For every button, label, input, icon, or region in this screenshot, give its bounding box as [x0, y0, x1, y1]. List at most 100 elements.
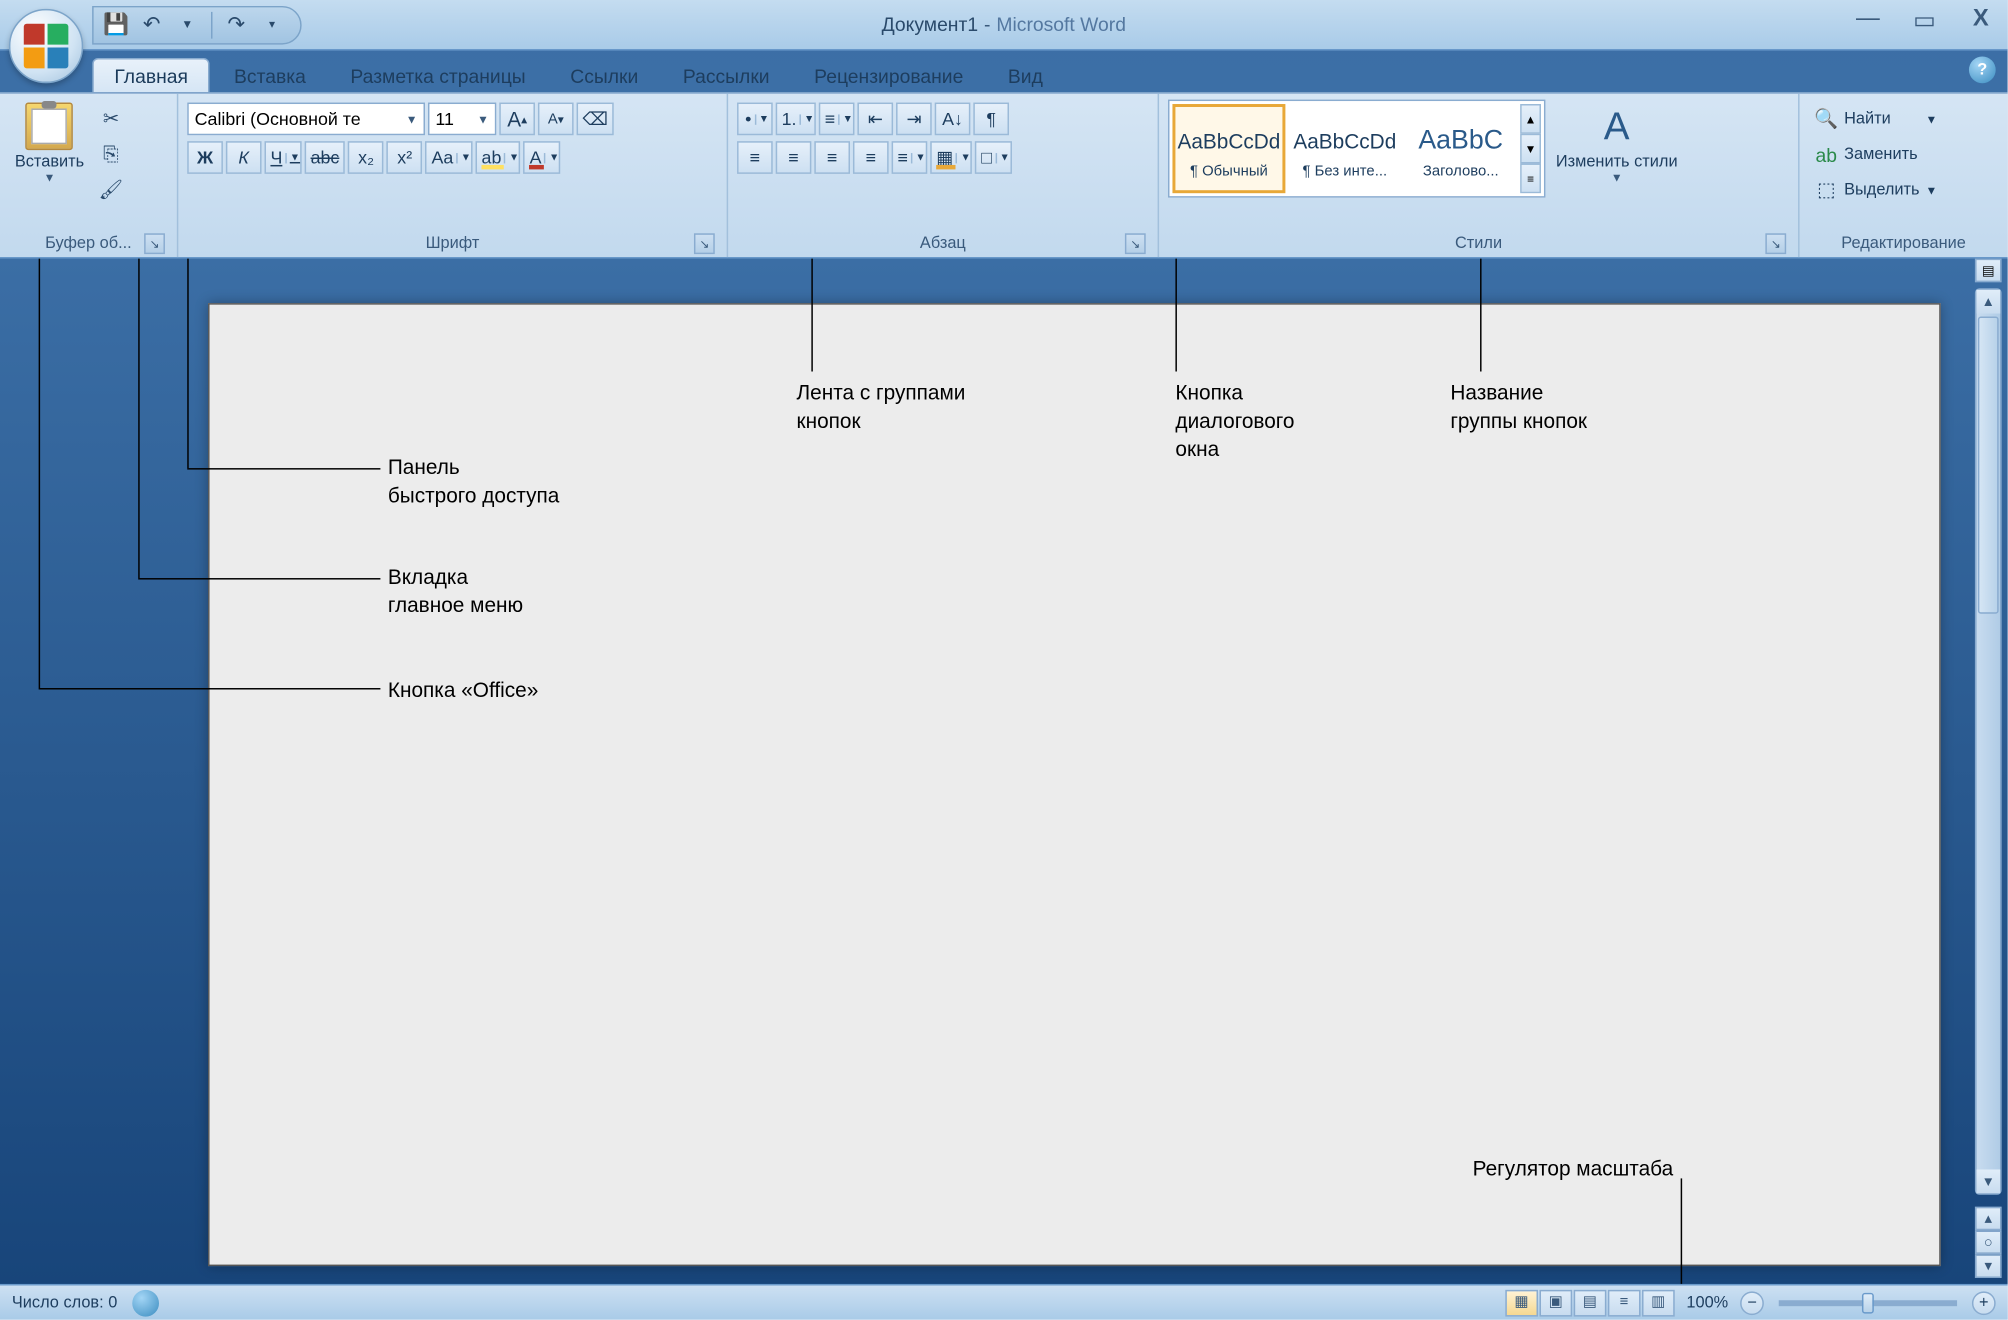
group-clipboard-label: Буфер об...	[45, 235, 132, 253]
tab-page-layout[interactable]: Разметка страницы	[330, 59, 547, 92]
find-button[interactable]: 🔍Найти▼	[1808, 103, 1943, 136]
numbering-icon[interactable]: 1.▼	[776, 103, 816, 136]
language-icon[interactable]	[132, 1289, 159, 1316]
copy-icon[interactable]: ⎘	[95, 138, 128, 171]
group-styles: AaBbCcDd ¶ Обычный AaBbCcDd ¶ Без инте..…	[1159, 94, 1799, 257]
tab-review[interactable]: Рецензирование	[793, 59, 984, 92]
align-center-icon[interactable]: ≡	[776, 141, 812, 174]
superscript-button[interactable]: x²	[387, 141, 423, 174]
clipboard-launcher[interactable]: ↘	[144, 233, 165, 254]
group-styles-label: Стили	[1455, 235, 1502, 253]
ruler-toggle-icon[interactable]: ▤	[1975, 259, 2002, 283]
shading-icon[interactable]: ▦▼	[930, 141, 972, 174]
prev-page-icon[interactable]: ▴	[1975, 1207, 2002, 1231]
save-icon[interactable]: 💾	[100, 8, 133, 41]
replace-button[interactable]: abЗаменить	[1808, 138, 1943, 171]
subscript-button[interactable]: x₂	[348, 141, 384, 174]
document-page[interactable]: Панель быстрого доступа Вкладка главное …	[208, 303, 1941, 1266]
show-marks-icon[interactable]: ¶	[973, 103, 1009, 136]
font-name-combo[interactable]: Calibri (Основной те▼	[187, 103, 425, 136]
font-size-combo[interactable]: 11▼	[428, 103, 496, 136]
gallery-up-icon[interactable]: ▲	[1520, 104, 1541, 134]
style-heading1[interactable]: AaBbC Заголово...	[1404, 104, 1517, 193]
help-button[interactable]: ?	[1969, 56, 1996, 83]
cut-icon[interactable]: ✂	[95, 103, 128, 136]
style-normal[interactable]: AaBbCcDd ¶ Обычный	[1172, 104, 1285, 193]
next-page-icon[interactable]: ▾	[1975, 1254, 2002, 1278]
strikethrough-button[interactable]: abc	[305, 141, 346, 174]
tab-insert[interactable]: Вставка	[213, 59, 326, 92]
restore-button[interactable]: ▭	[1910, 6, 1940, 36]
tab-view[interactable]: Вид	[987, 59, 1064, 92]
office-button[interactable]	[9, 9, 83, 83]
full-screen-view-icon[interactable]: ▣	[1539, 1289, 1572, 1316]
app-name: Microsoft Word	[996, 13, 1126, 35]
window-title: Документ1 - Microsoft Word	[882, 13, 1126, 35]
page-navigation: ▴ ○ ▾	[1975, 1207, 2002, 1278]
annotation-ribbon: Лента с группами кнопок	[796, 379, 965, 435]
scroll-thumb[interactable]	[1978, 317, 1999, 614]
scroll-down-icon[interactable]: ▼	[1976, 1169, 2000, 1193]
undo-dropdown-icon[interactable]: ▼	[171, 8, 204, 41]
tab-home[interactable]: Главная	[92, 58, 210, 92]
document-name: Документ1	[882, 13, 978, 35]
undo-icon[interactable]: ↶	[135, 8, 168, 41]
group-editing: 🔍Найти▼ abЗаменить ⬚Выделить▼ Редактиров…	[1800, 94, 2008, 257]
vertical-scrollbar[interactable]: ▲ ▼	[1975, 288, 2002, 1194]
word-count[interactable]: Число слов: 0	[12, 1294, 117, 1312]
ribbon-tabs: Главная Вставка Разметка страницы Ссылки…	[92, 51, 2007, 93]
browse-object-icon[interactable]: ○	[1975, 1230, 2002, 1254]
highlight-color-button[interactable]: ab▼	[476, 141, 521, 174]
zoom-slider-thumb[interactable]	[1862, 1292, 1874, 1313]
style-no-spacing[interactable]: AaBbCcDd ¶ Без инте...	[1288, 104, 1401, 193]
styles-gallery[interactable]: AaBbCcDd ¶ Обычный AaBbCcDd ¶ Без инте..…	[1168, 100, 1545, 198]
gallery-more-icon[interactable]: ≡	[1520, 163, 1541, 193]
scroll-up-icon[interactable]: ▲	[1976, 290, 2000, 314]
shrink-font-icon[interactable]: A▾	[538, 103, 574, 136]
group-font-label: Шрифт	[426, 235, 480, 253]
clipboard-icon	[26, 103, 74, 151]
outline-view-icon[interactable]: ≡	[1608, 1289, 1641, 1316]
close-button[interactable]: X	[1966, 6, 1996, 36]
align-left-icon[interactable]: ≡	[737, 141, 773, 174]
web-layout-view-icon[interactable]: ▤	[1573, 1289, 1606, 1316]
zoom-level[interactable]: 100%	[1686, 1294, 1728, 1312]
paragraph-launcher[interactable]: ↘	[1125, 233, 1146, 254]
group-editing-label: Редактирование	[1841, 235, 1966, 253]
multilevel-list-icon[interactable]: ≡▼	[819, 103, 855, 136]
minimize-button[interactable]: —	[1853, 6, 1883, 36]
font-launcher[interactable]: ↘	[694, 233, 715, 254]
underline-button[interactable]: Ч▼	[265, 141, 302, 174]
sort-icon[interactable]: A↓	[935, 103, 971, 136]
grow-font-icon[interactable]: A▴	[499, 103, 535, 136]
change-styles-button[interactable]: A Изменить стили ▼	[1550, 100, 1684, 188]
change-case-button[interactable]: Aa▼	[426, 141, 473, 174]
draft-view-icon[interactable]: ▥	[1642, 1289, 1675, 1316]
increase-indent-icon[interactable]: ⇥	[896, 103, 932, 136]
line-spacing-icon[interactable]: ≡▼	[892, 141, 928, 174]
format-painter-icon[interactable]: 🖌	[95, 174, 128, 207]
gallery-down-icon[interactable]: ▼	[1520, 134, 1541, 164]
redo-icon[interactable]: ↷	[220, 8, 253, 41]
tab-mailings[interactable]: Рассылки	[662, 59, 790, 92]
bold-button[interactable]: Ж	[187, 141, 223, 174]
paste-button[interactable]: Вставить ▼	[9, 100, 90, 188]
zoom-out-button[interactable]: −	[1740, 1291, 1764, 1315]
bullets-icon[interactable]: •▼	[737, 103, 773, 136]
clear-formatting-icon[interactable]: ⌫	[577, 103, 614, 136]
print-layout-view-icon[interactable]: ▦	[1505, 1289, 1538, 1316]
group-paragraph-label: Абзац	[920, 235, 966, 253]
annotation-tab: Вкладка главное меню	[388, 563, 523, 619]
tab-references[interactable]: Ссылки	[549, 59, 659, 92]
align-right-icon[interactable]: ≡	[814, 141, 850, 174]
qat-customize-icon[interactable]: ▾	[256, 8, 289, 41]
select-button[interactable]: ⬚Выделить▼	[1808, 174, 1943, 207]
borders-icon[interactable]: □▼	[975, 141, 1011, 174]
font-color-button[interactable]: A▼	[524, 141, 561, 174]
zoom-in-button[interactable]: +	[1972, 1291, 1996, 1315]
italic-button[interactable]: К	[226, 141, 262, 174]
decrease-indent-icon[interactable]: ⇤	[857, 103, 893, 136]
zoom-slider[interactable]	[1779, 1300, 1957, 1306]
styles-launcher[interactable]: ↘	[1765, 233, 1786, 254]
justify-icon[interactable]: ≡	[853, 141, 889, 174]
